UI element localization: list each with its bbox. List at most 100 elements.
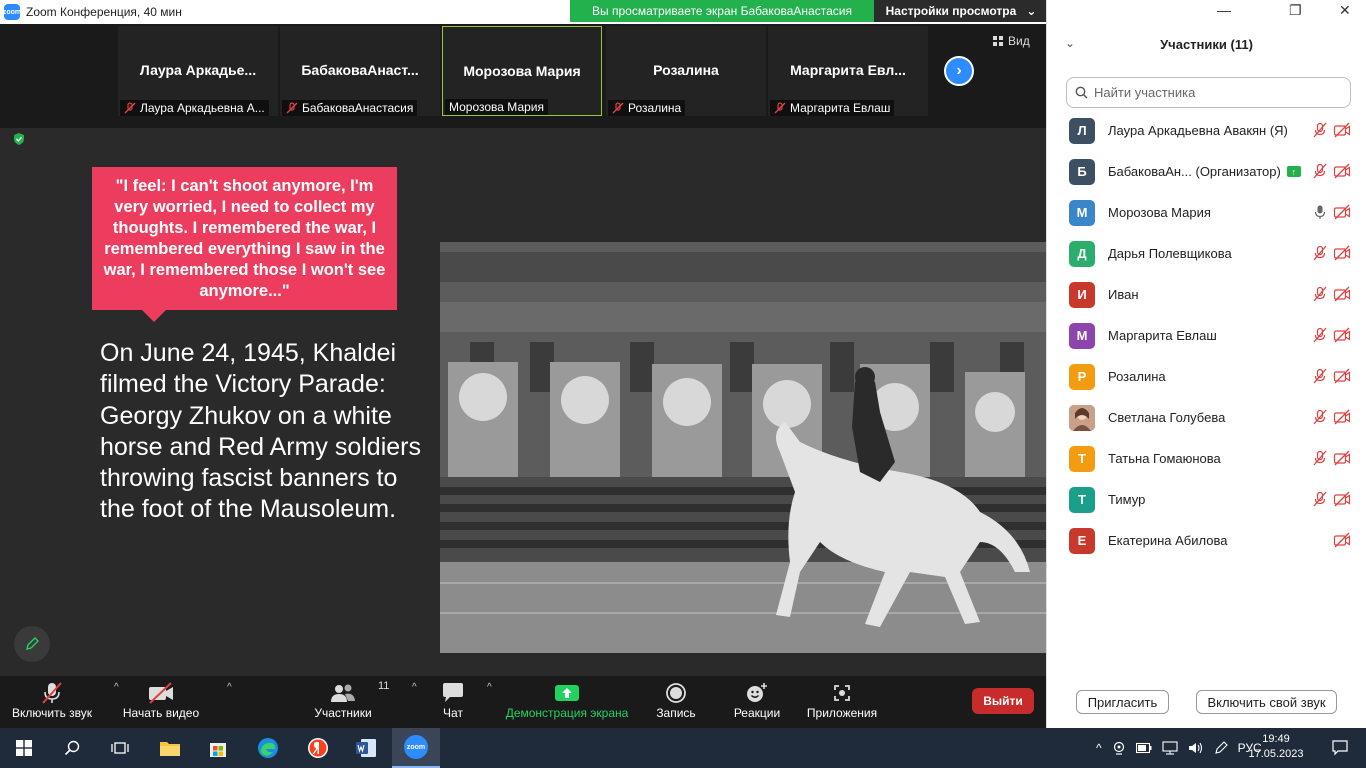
close-icon[interactable]: ✕ <box>1339 2 1351 19</box>
mic-off-icon[interactable] <box>1312 368 1328 384</box>
webcam-icon[interactable] <box>1112 741 1126 755</box>
leave-button[interactable]: Выйти <box>972 688 1034 714</box>
participant-row[interactable]: Б БабаковаАн... (Организатор) ↑ <box>1047 151 1366 192</box>
video-tile[interactable]: БабаковаАнаст... БабаковаАнастасия <box>280 26 440 116</box>
word-button[interactable] <box>342 728 390 768</box>
parade-photo <box>440 242 1046 653</box>
zoom-taskbar-button[interactable]: zoom <box>392 728 440 768</box>
camera-off-icon[interactable] <box>1333 204 1351 220</box>
mic-off-icon[interactable] <box>1312 122 1328 138</box>
mic-off-icon <box>612 102 624 114</box>
file-explorer-button[interactable] <box>146 728 194 768</box>
tile-label-text: Морозова Мария <box>449 100 544 114</box>
edge-button[interactable] <box>244 728 292 768</box>
taskbar-search-button[interactable] <box>48 728 96 768</box>
participants-label: Участники <box>314 706 372 720</box>
notifications-button[interactable] <box>1316 728 1364 768</box>
video-tile-active-speaker[interactable]: Морозова Мария Морозова Мария <box>442 26 602 116</box>
participant-row[interactable]: Л Лаура Аркадьевна Авакян (Я) <box>1047 110 1366 151</box>
camera-off-icon[interactable] <box>1333 450 1351 466</box>
yandex-browser-button[interactable] <box>294 728 342 768</box>
chat-icon <box>443 683 463 702</box>
record-button[interactable]: Запись <box>654 680 698 720</box>
participant-name: Екатерина Абилова <box>1108 533 1227 548</box>
camera-off-icon[interactable] <box>1333 163 1351 179</box>
camera-off-icon[interactable] <box>1333 245 1351 261</box>
apps-button[interactable]: Приложения <box>804 680 880 720</box>
pen-workspace-icon[interactable] <box>1214 741 1228 755</box>
video-tile[interactable]: Лаура Аркадье... Лаура Аркадьевна А... <box>118 26 278 116</box>
participants-panel: — ❐ ✕ ⌄ Участники (11) Л Лаура Аркадьевн… <box>1046 0 1366 728</box>
camera-off-icon <box>149 682 173 704</box>
chevron-up-icon[interactable]: ^ <box>1096 741 1102 755</box>
participant-row[interactable]: Т Тимур <box>1047 479 1366 520</box>
start-video-button[interactable]: ^ Начать видео <box>122 680 232 720</box>
participant-row[interactable]: И Иван <box>1047 274 1366 315</box>
participants-button[interactable]: 11 ^ Участники <box>310 680 416 720</box>
mic-off-icon[interactable] <box>1312 163 1328 179</box>
mic-on-icon[interactable] <box>1312 204 1328 220</box>
store-button[interactable] <box>194 728 242 768</box>
camera-off-icon[interactable] <box>1333 122 1351 138</box>
participant-row[interactable]: Светлана Голубева <box>1047 397 1366 438</box>
participant-row[interactable]: Д Дарья Полевщикова <box>1047 233 1366 274</box>
participant-list: Л Лаура Аркадьевна Авакян (Я) Б Бабакова… <box>1047 110 1366 561</box>
network-icon[interactable] <box>1162 741 1178 755</box>
chat-label: Чат <box>443 706 463 720</box>
participant-name-text: Морозова Мария <box>1108 205 1211 220</box>
apps-icon <box>834 685 850 701</box>
chat-button[interactable]: ^ Чат <box>436 680 492 720</box>
speaker-icon[interactable] <box>1188 741 1204 755</box>
reactions-button[interactable]: Реакции <box>732 680 782 720</box>
avatar: Д <box>1069 240 1095 267</box>
share-screen-button[interactable]: Демонстрация экрана <box>504 680 630 720</box>
participant-row[interactable]: М Маргарита Евлаш <box>1047 315 1366 356</box>
tile-label: Морозова Мария <box>445 99 548 115</box>
avatar: Л <box>1069 117 1095 144</box>
participant-name-text: Маргарита Евлаш <box>1108 328 1217 343</box>
participant-name: Дарья Полевщикова <box>1108 246 1232 261</box>
participant-row[interactable]: Е Екатерина Абилова <box>1047 520 1366 561</box>
start-button[interactable] <box>0 728 48 768</box>
participant-row[interactable]: Р Розалина <box>1047 356 1366 397</box>
chevron-up-icon[interactable]: ^ <box>227 682 232 693</box>
participant-search[interactable] <box>1066 77 1351 108</box>
view-settings-button[interactable]: Настройки просмотра ⌄ <box>874 0 1048 22</box>
camera-off-icon[interactable] <box>1333 491 1351 507</box>
mic-off-icon[interactable] <box>1312 327 1328 343</box>
camera-off-icon[interactable] <box>1333 409 1351 425</box>
camera-off-icon[interactable] <box>1333 327 1351 343</box>
restore-icon[interactable]: ❐ <box>1289 2 1302 19</box>
chevron-up-icon[interactable]: ^ <box>412 682 417 693</box>
minimize-icon[interactable]: — <box>1217 2 1231 18</box>
mic-off-icon[interactable] <box>1312 450 1328 466</box>
battery-icon[interactable] <box>1135 742 1152 754</box>
unmute-self-button[interactable]: Включить свой звук <box>1196 690 1337 714</box>
participant-row[interactable]: Т Татьна Гомаюнова <box>1047 438 1366 479</box>
clock-time: 19:49 <box>1262 733 1290 745</box>
clock[interactable]: 19:49 17.05.2023 <box>1246 732 1306 762</box>
mic-off-icon <box>286 102 298 114</box>
participant-row[interactable]: М Морозова Мария <box>1047 192 1366 233</box>
annotate-button[interactable] <box>14 626 50 662</box>
video-tile[interactable]: Розалина Розалина <box>606 26 766 116</box>
mic-off-icon[interactable] <box>1312 491 1328 507</box>
unmute-button[interactable]: ^ Включить звук <box>10 680 119 720</box>
invite-button[interactable]: Пригласить <box>1076 690 1169 714</box>
view-button[interactable]: Вид <box>992 34 1030 48</box>
record-label: Запись <box>656 706 696 720</box>
camera-off-icon[interactable] <box>1333 368 1351 384</box>
chevron-up-icon[interactable]: ^ <box>114 682 119 693</box>
tile-label: БабаковаАнастасия <box>282 100 418 116</box>
mic-off-icon[interactable] <box>1312 286 1328 302</box>
mic-off-icon[interactable] <box>1312 245 1328 261</box>
video-tile[interactable]: Маргарита Евл... Маргарита Евлаш <box>768 26 928 116</box>
tile-name: БабаковаАнаст... <box>301 62 419 78</box>
camera-off-icon[interactable] <box>1333 532 1351 548</box>
camera-off-icon[interactable] <box>1333 286 1351 302</box>
task-view-button[interactable] <box>96 728 144 768</box>
next-page-button[interactable]: › <box>944 56 974 86</box>
chevron-up-icon[interactable]: ^ <box>487 682 492 693</box>
mic-off-icon[interactable] <box>1312 409 1328 425</box>
search-input[interactable] <box>1094 85 1334 100</box>
